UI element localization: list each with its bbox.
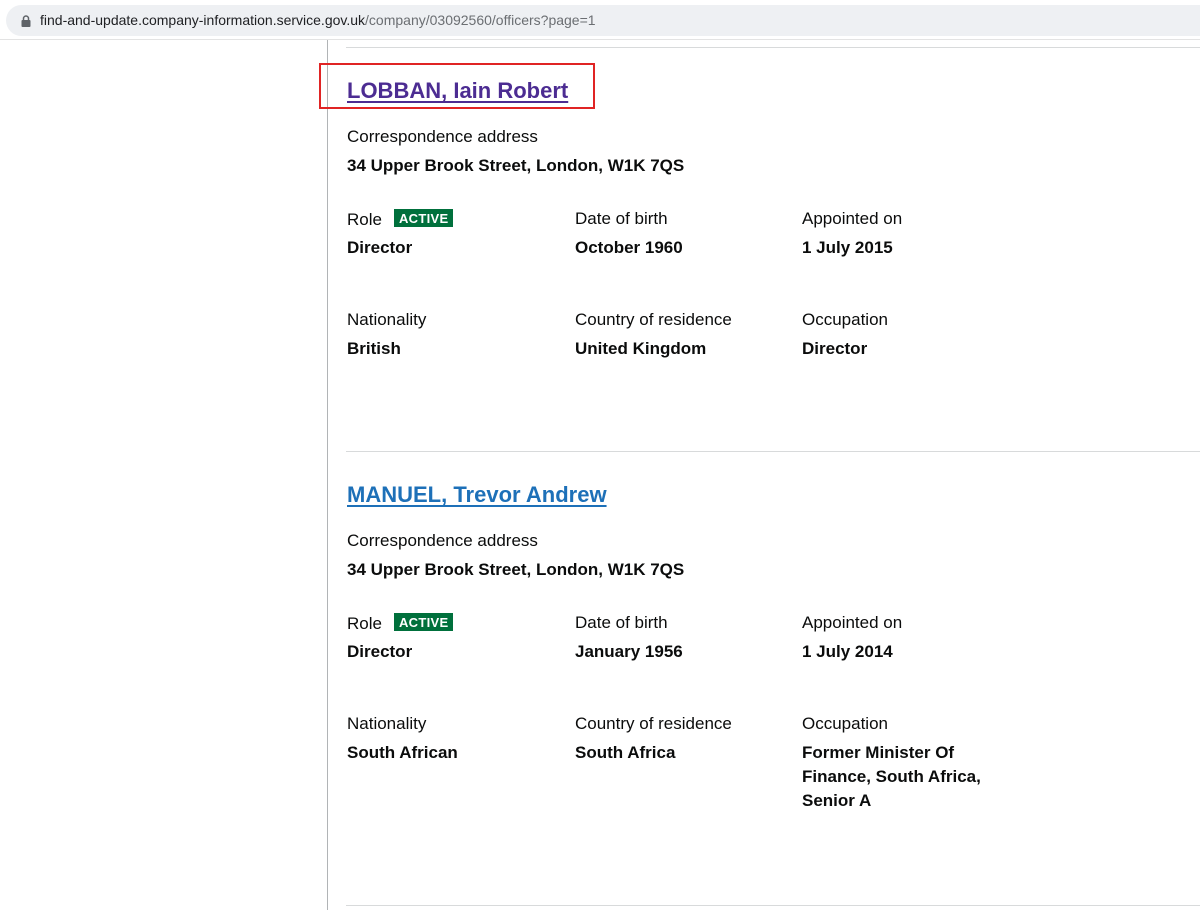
appointed-value: 1 July 2014 <box>802 642 893 661</box>
lock-icon[interactable] <box>20 15 32 27</box>
address-label: Correspondence address <box>347 127 538 146</box>
role-label-row: Role ACTIVE <box>347 613 454 634</box>
url-text[interactable]: find-and-update.company-information.serv… <box>40 12 596 28</box>
role-value: Director <box>347 642 413 661</box>
status-badge: ACTIVE <box>393 613 454 631</box>
address-value: 34 Upper Brook Street, London, W1K 7QS <box>347 560 685 579</box>
nationality-label: Nationality <box>347 310 427 329</box>
occupation-value: Director <box>802 339 868 358</box>
section-divider <box>346 905 1200 906</box>
status-badge: ACTIVE <box>393 209 454 227</box>
url-path: /company/03092560/officers?page=1 <box>365 12 596 28</box>
dob-value: October 1960 <box>575 238 683 257</box>
column-divider <box>327 40 328 910</box>
url-host: find-and-update.company-information.serv… <box>40 12 366 28</box>
browser-address-bar: find-and-update.company-information.serv… <box>0 0 1200 40</box>
address-label: Correspondence address <box>347 531 538 550</box>
nationality-value: British <box>347 339 401 358</box>
officer-name-link[interactable]: MANUEL, Trevor Andrew <box>347 481 607 509</box>
appointed-value: 1 July 2015 <box>802 238 893 257</box>
occupation-label: Occupation <box>802 310 888 329</box>
dob-label: Date of birth <box>575 613 668 632</box>
role-label: Role <box>347 614 382 633</box>
residence-value: South Africa <box>575 743 676 762</box>
dob-value: January 1956 <box>575 642 683 661</box>
appointed-label: Appointed on <box>802 613 903 632</box>
appointed-label: Appointed on <box>802 209 903 228</box>
address-value: 34 Upper Brook Street, London, W1K 7QS <box>347 156 685 175</box>
section-divider <box>346 451 1200 452</box>
residence-label: Country of residence <box>575 310 732 329</box>
section-divider <box>346 47 1200 48</box>
nationality-label: Nationality <box>347 714 427 733</box>
role-value: Director <box>347 238 413 257</box>
role-label: Role <box>347 210 382 229</box>
occupation-label: Occupation <box>802 714 888 733</box>
residence-label: Country of residence <box>575 714 732 733</box>
url-field[interactable]: find-and-update.company-information.serv… <box>6 5 1200 36</box>
residence-value: United Kingdom <box>575 339 707 358</box>
nationality-value: South African <box>347 743 458 762</box>
role-label-row: Role ACTIVE <box>347 209 454 230</box>
highlight-annotation <box>319 63 595 109</box>
occupation-value: Former Minister Of Finance, South Africa… <box>802 743 981 810</box>
dob-label: Date of birth <box>575 209 668 228</box>
